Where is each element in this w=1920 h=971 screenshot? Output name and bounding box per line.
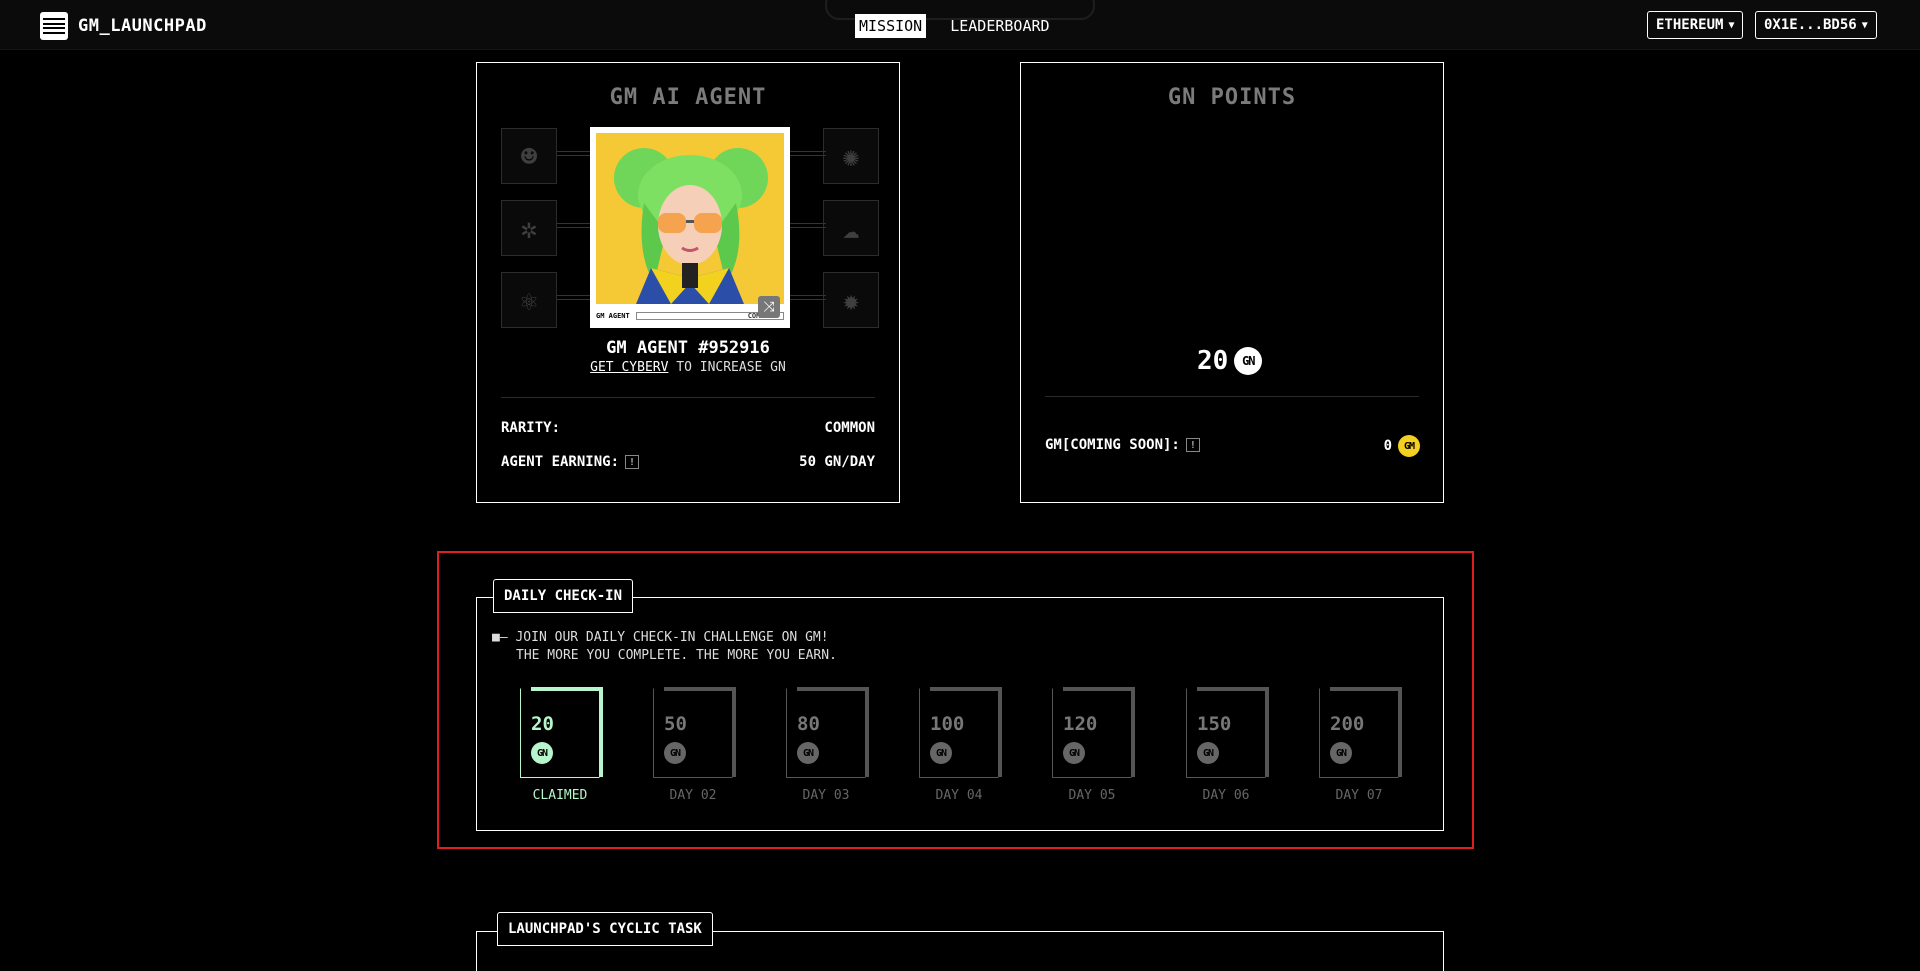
- circuit-line: [557, 220, 593, 234]
- wallet-button[interactable]: 0X1E...BD56 ▼: [1755, 11, 1877, 39]
- day-value: 100: [930, 713, 965, 735]
- shuffle-icon[interactable]: ⤨: [758, 296, 780, 318]
- agent-cta: GET CYBERV TO INCREASE GN: [476, 360, 900, 375]
- checkin-day-2[interactable]: 50 GN DAY 02: [653, 687, 736, 803]
- nav-mission[interactable]: MISSION: [855, 14, 927, 38]
- nav-leaderboard[interactable]: LEADERBOARD: [946, 14, 1053, 38]
- day-value: 200: [1330, 713, 1365, 735]
- day-box: 50 GN: [653, 687, 736, 778]
- logo-icon: [40, 12, 68, 40]
- gn-coin-icon: GN: [531, 742, 553, 764]
- points-panel-title: GN POINTS: [1167, 85, 1297, 110]
- divider: [1045, 396, 1419, 397]
- gm-coin-icon: GM: [1398, 435, 1420, 457]
- brain-icon: ☁: [823, 200, 879, 256]
- day-value: 20: [531, 713, 554, 735]
- chip-icon: ✲: [501, 200, 557, 256]
- get-cyberv-link[interactable]: GET CYBERV: [590, 360, 668, 375]
- gn-coin-icon: GN: [664, 742, 686, 764]
- gn-coin-icon: GN: [1197, 742, 1219, 764]
- checkin-line-1: JOIN OUR DAILY CHECK-IN CHALLENGE ON GM!: [515, 630, 829, 645]
- agent-earning-value-text: 50 GN/DAY: [799, 454, 875, 470]
- day-box: 20 GN: [520, 687, 603, 778]
- agent-earning-label-text: AGENT EARNING:: [501, 454, 620, 470]
- day-box: 100 GN: [919, 687, 1002, 778]
- main-nav: MISSION LEADERBOARD: [855, 14, 1054, 38]
- checkin-day-5[interactable]: 120 GN DAY 05: [1052, 687, 1135, 803]
- day-box: 80 GN: [786, 687, 869, 778]
- network-icon: ✺: [823, 128, 879, 184]
- day-box: 150 GN: [1186, 687, 1269, 778]
- agent-panel-title: GM AI AGENT: [609, 85, 767, 110]
- gm-value-text: 0: [1383, 438, 1392, 454]
- circuit-line: [557, 148, 593, 162]
- day-label: DAY 03: [802, 788, 850, 803]
- rarity-label: RARITY:: [501, 420, 560, 436]
- day-label: DAY 07: [1335, 788, 1383, 803]
- agent-earning-label: AGENT EARNING: !: [501, 454, 640, 470]
- checkin-day-3[interactable]: 80 GN DAY 03: [786, 687, 869, 803]
- gn-coin-icon: GN: [1234, 347, 1263, 375]
- card-tag: GM AGENT: [596, 312, 630, 320]
- node-graph-icon: ✹: [823, 272, 879, 328]
- gm-coming-soon-label: GM[COMING SOON]: !: [1045, 437, 1200, 453]
- chevron-down-icon: ▼: [1861, 19, 1868, 31]
- agent-portrait-image: [596, 133, 784, 304]
- day-value: 120: [1063, 713, 1098, 735]
- day-label: CLAIMED: [532, 788, 588, 803]
- day-label: DAY 04: [935, 788, 983, 803]
- checkin-line-2: THE MORE YOU COMPLETE. THE MORE YOU EARN…: [516, 648, 837, 663]
- wallet-address: 0X1E...BD56: [1764, 17, 1857, 33]
- rarity-value: COMMON: [824, 420, 875, 436]
- day-label: DAY 06: [1202, 788, 1250, 803]
- logo[interactable]: GM_LAUNCHPAD: [40, 12, 207, 40]
- gn-points-total: 20 GN: [1197, 346, 1263, 376]
- logo-text: GM_LAUNCHPAD: [78, 16, 207, 36]
- day-value: 80: [797, 713, 820, 735]
- gn-coin-icon: GN: [1063, 742, 1085, 764]
- agent-card[interactable]: GM AGENT COMMON ⤨: [590, 127, 790, 328]
- robot-icon: ☻: [501, 128, 557, 184]
- checkin-day-4[interactable]: 100 GN DAY 04: [919, 687, 1002, 803]
- agent-earning-value: 50 GN/DAY: [799, 454, 875, 470]
- chevron-down-icon: ▼: [1728, 19, 1735, 31]
- top-bar: GM_LAUNCHPAD MISSION LEADERBOARD ETHEREU…: [0, 0, 1920, 50]
- molecule-icon: ⚛: [501, 272, 557, 328]
- network-selector[interactable]: ETHEREUM ▼: [1647, 11, 1744, 39]
- info-icon[interactable]: !: [1185, 438, 1200, 452]
- gm-coming-soon-text: GM[COMING SOON]:: [1045, 437, 1180, 453]
- checkin-day-7[interactable]: 200 GN DAY 07: [1319, 687, 1402, 803]
- gn-points-value: 20: [1197, 346, 1229, 376]
- gn-coin-icon: GN: [797, 742, 819, 764]
- circuit-line: [790, 220, 826, 234]
- checkin-description: ■— JOIN OUR DAILY CHECK-IN CHALLENGE ON …: [492, 629, 837, 665]
- checkin-day-1[interactable]: 20 GN CLAIMED: [520, 687, 603, 803]
- day-box: 120 GN: [1052, 687, 1135, 778]
- agent-name: GM AGENT #952916: [606, 338, 770, 358]
- day-value: 150: [1197, 713, 1232, 735]
- tab-daily-checkin: DAILY CHECK-IN: [493, 579, 634, 613]
- gn-coin-icon: GN: [930, 742, 952, 764]
- circuit-line: [790, 148, 826, 162]
- circuit-line: [557, 292, 593, 306]
- gm-value: 0 GM: [1384, 435, 1420, 457]
- circuit-line: [790, 292, 826, 306]
- rarity-label-text: RARITY:: [501, 420, 561, 436]
- network-label: ETHEREUM: [1656, 17, 1724, 33]
- divider: [501, 397, 875, 398]
- info-icon[interactable]: !: [625, 455, 640, 469]
- checkin-day-6[interactable]: 150 GN DAY 06: [1186, 687, 1269, 803]
- tab-cyclic-task: LAUNCHPAD'S CYCLIC TASK: [497, 912, 713, 946]
- day-box: 200 GN: [1319, 687, 1402, 778]
- bullet-icon: ■—: [492, 630, 508, 645]
- day-label: DAY 05: [1068, 788, 1116, 803]
- card-footer: GM AGENT COMMON: [596, 308, 784, 324]
- day-value: 50: [664, 713, 687, 735]
- agent-cta-text: TO INCREASE GN: [676, 360, 786, 375]
- day-label: DAY 02: [669, 788, 717, 803]
- rarity-value-text: COMMON: [824, 420, 875, 436]
- gn-coin-icon: GN: [1330, 742, 1352, 764]
